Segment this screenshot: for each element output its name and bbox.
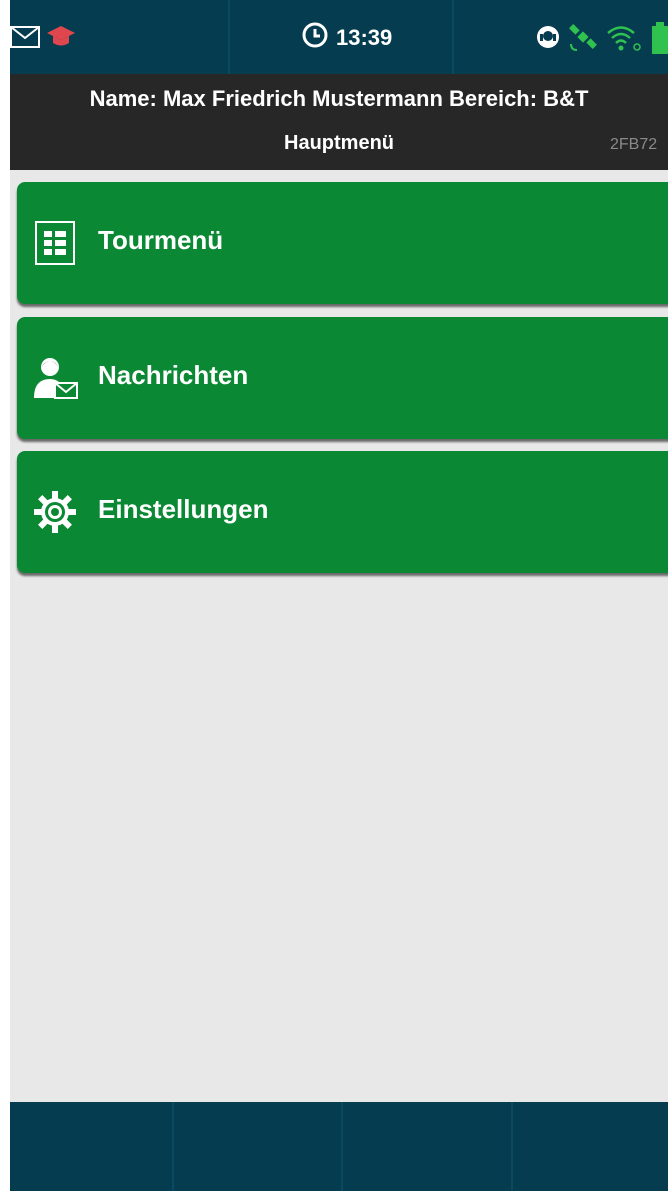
status-divider: [452, 0, 454, 74]
einstellungen-button[interactable]: Einstellungen: [17, 451, 668, 573]
status-time: 13:39: [336, 25, 393, 50]
graduation-cap-icon[interactable]: [46, 24, 76, 55]
bottom-nav-slot-4[interactable]: [513, 1102, 668, 1191]
wifi-icon: [606, 24, 642, 57]
gps-satellite-icon: [568, 24, 598, 57]
bottom-nav-slot-1[interactable]: [10, 1102, 172, 1191]
clock-icon: [302, 22, 328, 54]
tourmenu-button[interactable]: Tourmenü: [17, 182, 668, 304]
einstellungen-label: Einstellungen: [98, 494, 269, 524]
bottom-nav-slot-3[interactable]: [343, 1102, 511, 1191]
mail-icon[interactable]: [10, 26, 40, 53]
status-clock: 13:39: [302, 22, 392, 54]
gear-icon: [31, 488, 79, 536]
app-screen: 13:39 Name: Max Friedrich Mustermann Ber…: [10, 0, 668, 1191]
nachrichten-button[interactable]: Nachrichten: [17, 317, 668, 439]
list-icon: [31, 219, 79, 267]
battery-icon: [652, 22, 668, 59]
header: Name: Max Friedrich Mustermann Bereich: …: [10, 74, 668, 170]
nachrichten-label: Nachrichten: [98, 360, 249, 390]
headset-icon: [535, 24, 561, 57]
device-code: 2FB72: [610, 136, 658, 153]
bottom-nav-bar: [10, 1102, 668, 1191]
user-info: Name: Max Friedrich Mustermann Bereich: …: [89, 86, 589, 111]
user-message-icon: [31, 354, 79, 402]
page-title: Hauptmenü: [284, 132, 394, 154]
bottom-nav-slot-2[interactable]: [174, 1102, 341, 1191]
tourmenu-label: Tourmenü: [98, 225, 224, 255]
status-divider: [228, 0, 230, 74]
status-bar: 13:39: [10, 0, 668, 74]
